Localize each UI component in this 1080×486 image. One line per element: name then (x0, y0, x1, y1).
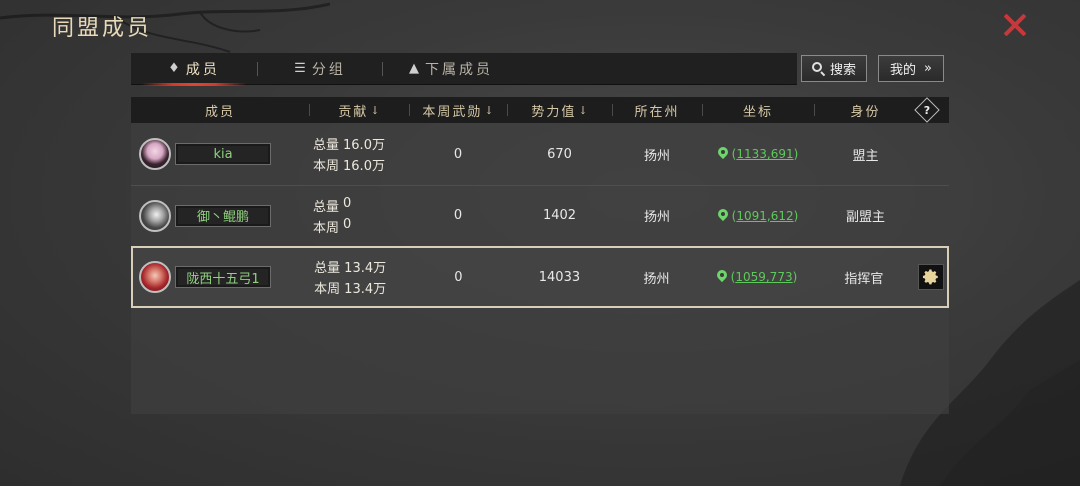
column-header-contribution[interactable]: 贡献 ↓ (309, 97, 409, 123)
page-title: 同盟成员 (52, 16, 153, 41)
contrib-total: 16.0万 (343, 138, 385, 153)
double-chevron-right-icon: » (924, 61, 932, 76)
contrib-total-label: 总量 (313, 138, 340, 153)
weekly-merit: 0 (453, 208, 463, 223)
power-value: 1402 (542, 208, 577, 223)
tab-label: 成员 (185, 61, 220, 78)
coord-cell[interactable]: (1133,691) (702, 124, 814, 184)
empty-cell (917, 124, 949, 184)
member-name: kia (175, 143, 271, 165)
avatar[interactable] (139, 199, 171, 232)
location-pin-icon (718, 147, 728, 161)
close-icon[interactable] (1000, 10, 1030, 40)
contrib-total-label: 总量 (313, 199, 340, 215)
tower-icon: ▲ (409, 61, 419, 76)
contrib-total: 0 (343, 195, 352, 211)
sort-arrow-icon: ↓ (578, 103, 588, 117)
member-icon: ♦ (168, 61, 180, 76)
location-pin-icon (718, 209, 728, 223)
coord-link[interactable]: (1133,691) (732, 147, 799, 161)
contribution-cell: 总量 16.0万 本周 16.0万 (309, 124, 409, 184)
sort-arrow-icon: ↓ (484, 103, 494, 117)
contrib-total-label: 总量 (314, 261, 341, 276)
sort-arrow-icon: ↓ (370, 103, 380, 117)
tab-label: 下属成员 (425, 61, 493, 78)
avatar[interactable] (139, 138, 171, 170)
contribution-cell: 总量 0 本周 0 (309, 186, 409, 245)
role: 副盟主 (845, 210, 885, 225)
contrib-week-label: 本周 (314, 282, 341, 297)
contrib-week: 13.4万 (344, 282, 387, 297)
coord-link[interactable]: (1091,612) (732, 209, 799, 223)
search-label: 搜索 (829, 63, 856, 78)
contrib-week: 16.0万 (343, 159, 385, 174)
tab-members[interactable]: ♦ 成员 (131, 53, 257, 86)
coord-cell[interactable]: (1059,773) (701, 248, 812, 306)
power-value: 670 (547, 146, 572, 162)
contrib-total: 13.4万 (344, 261, 387, 276)
gear-cell (915, 248, 947, 306)
mine-button[interactable]: 我的 » (878, 55, 944, 82)
table-row-selected[interactable]: 陇西十五弓1 总量 13.4万 本周 13.4万 0 14033 扬州 (1059,… (131, 246, 949, 308)
mine-label: 我的 (890, 63, 917, 78)
state-name: 扬州 (643, 271, 670, 287)
column-header-power[interactable]: 势力值 ↓ (507, 97, 612, 123)
contrib-week-label: 本周 (313, 159, 340, 174)
tab-label: 分组 (311, 61, 346, 78)
role: 指挥官 (844, 271, 884, 287)
table-row[interactable]: kia 总量 16.0万 本周 16.0万 0 670 扬州 (1133,691) … (131, 124, 949, 184)
coord-cell[interactable]: (1091,612) (702, 186, 814, 245)
weekly-merit: 0 (453, 146, 463, 162)
search-button[interactable]: 搜索 (801, 55, 867, 82)
state-name: 扬州 (643, 210, 670, 225)
member-name: 陇西十五弓1 (175, 266, 271, 288)
contrib-week-label: 本周 (313, 220, 340, 236)
gear-icon[interactable] (918, 264, 945, 290)
column-header-role: 身份 (814, 97, 917, 123)
list-icon: ☰ (294, 61, 306, 76)
column-header-coord: 坐标 (702, 97, 814, 123)
member-cell: 陇西十五弓1 (133, 248, 310, 306)
member-cell: 御丶鲲鹏 (131, 186, 309, 245)
column-header-member: 成员 (204, 104, 235, 120)
contrib-week: 0 (343, 216, 352, 232)
column-header-weekly-merit[interactable]: 本周武勋 ↓ (409, 97, 507, 123)
help-icon[interactable]: ? (914, 97, 940, 123)
member-table: 成员 贡献 ↓ 本周武勋 ↓ 势力值 ↓ 所在州 坐标 身份 ? kia 总量 16.0… (131, 97, 949, 414)
contribution-cell: 总量 13.4万 本周 13.4万 (310, 248, 410, 306)
state-name: 扬州 (643, 148, 670, 164)
search-icon (811, 61, 826, 76)
column-header-state: 所在州 (612, 97, 702, 123)
role: 盟主 (852, 148, 879, 164)
tab-groups[interactable]: ☰ 分组 (258, 53, 382, 85)
empty-cell (917, 186, 949, 245)
table-row[interactable]: 御丶鲲鹏 总量 0 本周 0 0 1402 扬州 (1091,612) 副盟主 (131, 185, 949, 245)
member-cell: kia (131, 124, 309, 184)
tab-subordinates[interactable]: ▲ 下属成员 (383, 53, 519, 85)
weekly-merit: 0 (454, 269, 463, 285)
location-pin-icon (717, 270, 727, 284)
coord-link[interactable]: (1059,773) (731, 270, 798, 284)
table-header: 成员 贡献 ↓ 本周武勋 ↓ 势力值 ↓ 所在州 坐标 身份 ? (131, 97, 949, 123)
avatar[interactable] (139, 261, 171, 293)
member-name: 御丶鲲鹏 (175, 204, 271, 227)
power-value: 14033 (538, 269, 581, 285)
tab-bar: ♦ 成员 ☰ 分组 ▲ 下属成员 (131, 53, 797, 86)
